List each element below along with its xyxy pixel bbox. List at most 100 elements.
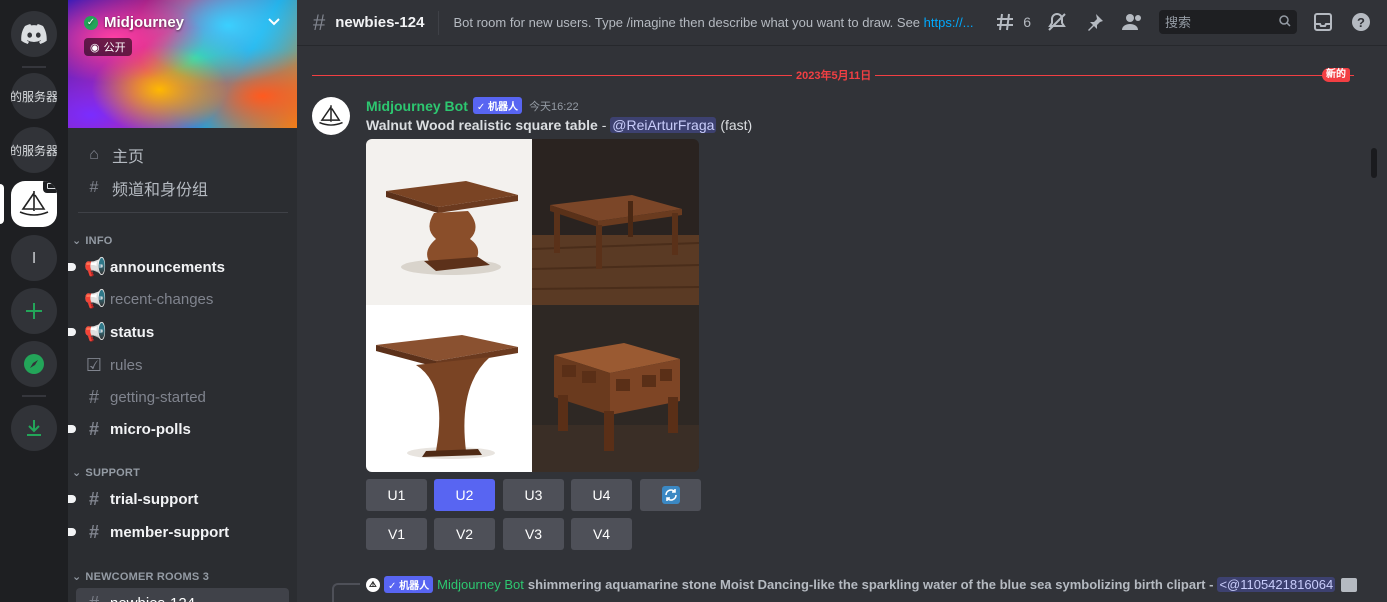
nav-channels-roles-label: 频道和身份组: [112, 182, 209, 199]
nav-channels-roles[interactable]: # 频道和身份组: [84, 176, 208, 200]
user-mention[interactable]: @ReiArturFraga: [610, 117, 717, 133]
server-icon-2-label: 的服务器: [11, 143, 57, 158]
channel-label: trial-support: [110, 490, 199, 508]
header-toolbar: 6 ?: [995, 10, 1373, 34]
upscale-1-button[interactable]: U1: [366, 479, 427, 511]
hash-icon: #: [313, 9, 326, 35]
megaphone-icon: 📢: [84, 288, 107, 309]
server-icon-l-label: l: [32, 249, 36, 267]
channel-status[interactable]: 📢 status: [68, 317, 289, 347]
threads-button[interactable]: [995, 10, 1019, 34]
hash-icon: #: [84, 593, 104, 602]
author-name[interactable]: Midjourney Bot: [366, 98, 468, 114]
reply-author[interactable]: Midjourney Bot: [437, 577, 524, 592]
hash-icon: #: [88, 386, 99, 407]
channel-title: newbies-124: [335, 14, 425, 31]
reply-connector: [332, 583, 360, 602]
nav-home[interactable]: ⌂ 主页: [84, 143, 144, 167]
reroll-button[interactable]: [640, 479, 701, 511]
channel-member-support[interactable]: # member-support: [68, 517, 289, 547]
grid-image-1[interactable]: [366, 139, 532, 305]
server-icon-midjourney[interactable]: [11, 181, 57, 227]
chevron-down-icon[interactable]: [267, 14, 281, 30]
category-info-label: INFO: [85, 234, 113, 247]
variation-1-button[interactable]: V1: [366, 518, 427, 550]
avatar[interactable]: [312, 97, 350, 135]
explore-servers-button[interactable]: [11, 341, 57, 387]
channel-recent-changes[interactable]: 📢 recent-changes: [76, 284, 289, 314]
add-server-button[interactable]: [11, 288, 57, 334]
discord-home-button[interactable]: [11, 11, 57, 57]
channel-newbies-124[interactable]: # newbies-124: [76, 588, 289, 602]
message-content: Walnut Wood realistic square table - @Re…: [366, 117, 752, 133]
megaphone-icon: 📢: [84, 256, 107, 277]
reply-text: shimmering aquamarine stone Moist Dancin…: [528, 577, 1214, 592]
chevron-down-icon: ⌄: [72, 235, 82, 247]
topic-link[interactable]: https://...: [924, 15, 974, 30]
grid-image-2[interactable]: [532, 139, 699, 305]
channel-trial-support[interactable]: # trial-support: [68, 484, 289, 514]
notification-settings-button[interactable]: [1045, 10, 1069, 34]
server-rail: 的服务器 的服务器 l: [0, 0, 68, 602]
channel-getting-started[interactable]: # getting-started: [76, 382, 289, 412]
channel-announcements[interactable]: 📢 announcements: [68, 252, 289, 282]
hash-icon: #: [88, 521, 99, 542]
public-label: 公开: [103, 42, 126, 54]
channel-label: getting-started: [110, 388, 206, 406]
chevron-down-icon: ⌄: [72, 467, 82, 479]
reply-mention[interactable]: <@1105421816064: [1217, 577, 1336, 592]
variation-2-button[interactable]: V2: [434, 518, 495, 550]
new-badge: 新的: [1322, 68, 1350, 82]
inbox-button[interactable]: [1311, 10, 1335, 34]
pinned-messages-button[interactable]: [1083, 10, 1107, 34]
unread-indicator: [68, 528, 76, 536]
rail-separator: [22, 66, 46, 68]
upscale-4-button[interactable]: U4: [571, 479, 632, 511]
server-header-button[interactable]: ✓ Midjourney: [84, 14, 184, 31]
messages-scrollbar-thumb[interactable]: [1371, 148, 1377, 178]
prompt-separator: -: [597, 117, 611, 133]
grid-image-3[interactable]: [366, 305, 532, 472]
variation-3-button[interactable]: V3: [503, 518, 564, 550]
server-banner: ✓ Midjourney ◉ 公开: [68, 0, 297, 128]
category-newcomer-rooms[interactable]: ⌄ NEWCOMER ROOMS 3: [72, 570, 209, 584]
home-icon: ⌂: [89, 146, 99, 163]
channel-label: newbies-124: [110, 595, 195, 602]
server-icon-l[interactable]: l: [11, 235, 57, 281]
category-support-label: SUPPORT: [85, 466, 140, 479]
checkbox-icon: ☑: [85, 354, 103, 375]
server-icon-1-label: 的服务器: [11, 89, 57, 104]
bell-muted-icon: [1048, 12, 1066, 31]
category-info[interactable]: ⌄ INFO: [72, 234, 113, 248]
upscale-3-button[interactable]: U3: [503, 479, 564, 511]
help-icon: ?: [1352, 13, 1370, 31]
speed-label: (fast): [720, 117, 753, 133]
threads-icon: [997, 13, 1014, 31]
channel-label: micro-polls: [110, 420, 191, 438]
category-support[interactable]: ⌄ SUPPORT: [72, 466, 140, 480]
channel-micro-polls[interactable]: # micro-polls: [68, 414, 289, 444]
grid-image-4[interactable]: [532, 305, 699, 472]
channel-label: rules: [110, 356, 143, 374]
server-name: Midjourney: [104, 14, 185, 31]
reply-preview[interactable]: ✓ 机器人 Midjourney Bot shimmering aquamari…: [366, 576, 1358, 593]
server-icon-2[interactable]: 的服务器: [11, 127, 57, 173]
download-apps-button[interactable]: [11, 405, 57, 451]
channel-header: # newbies-124 Bot room for new users. Ty…: [297, 0, 1387, 46]
upscale-2-button[interactable]: U2: [434, 479, 495, 511]
variation-4-button[interactable]: V4: [571, 518, 632, 550]
search-input[interactable]: [1165, 14, 1265, 30]
channel-topic[interactable]: Bot room for new users. Type /imagine th…: [453, 15, 973, 30]
help-button[interactable]: ?: [1349, 10, 1373, 34]
members-icon: [1122, 14, 1141, 30]
member-list-button[interactable]: [1121, 10, 1145, 34]
reply-avatar: [366, 577, 380, 592]
generated-image-grid[interactable]: [366, 139, 699, 472]
channel-rules[interactable]: ☑ rules: [76, 350, 289, 380]
midjourney-boat-icon: [19, 191, 49, 216]
server-icon-1[interactable]: 的服务器: [11, 73, 57, 119]
plus-icon: [26, 303, 42, 319]
search-box[interactable]: [1159, 10, 1297, 34]
reply-bot-tag: ✓ 机器人: [384, 576, 434, 593]
channel-browse-icon: #: [89, 179, 99, 196]
